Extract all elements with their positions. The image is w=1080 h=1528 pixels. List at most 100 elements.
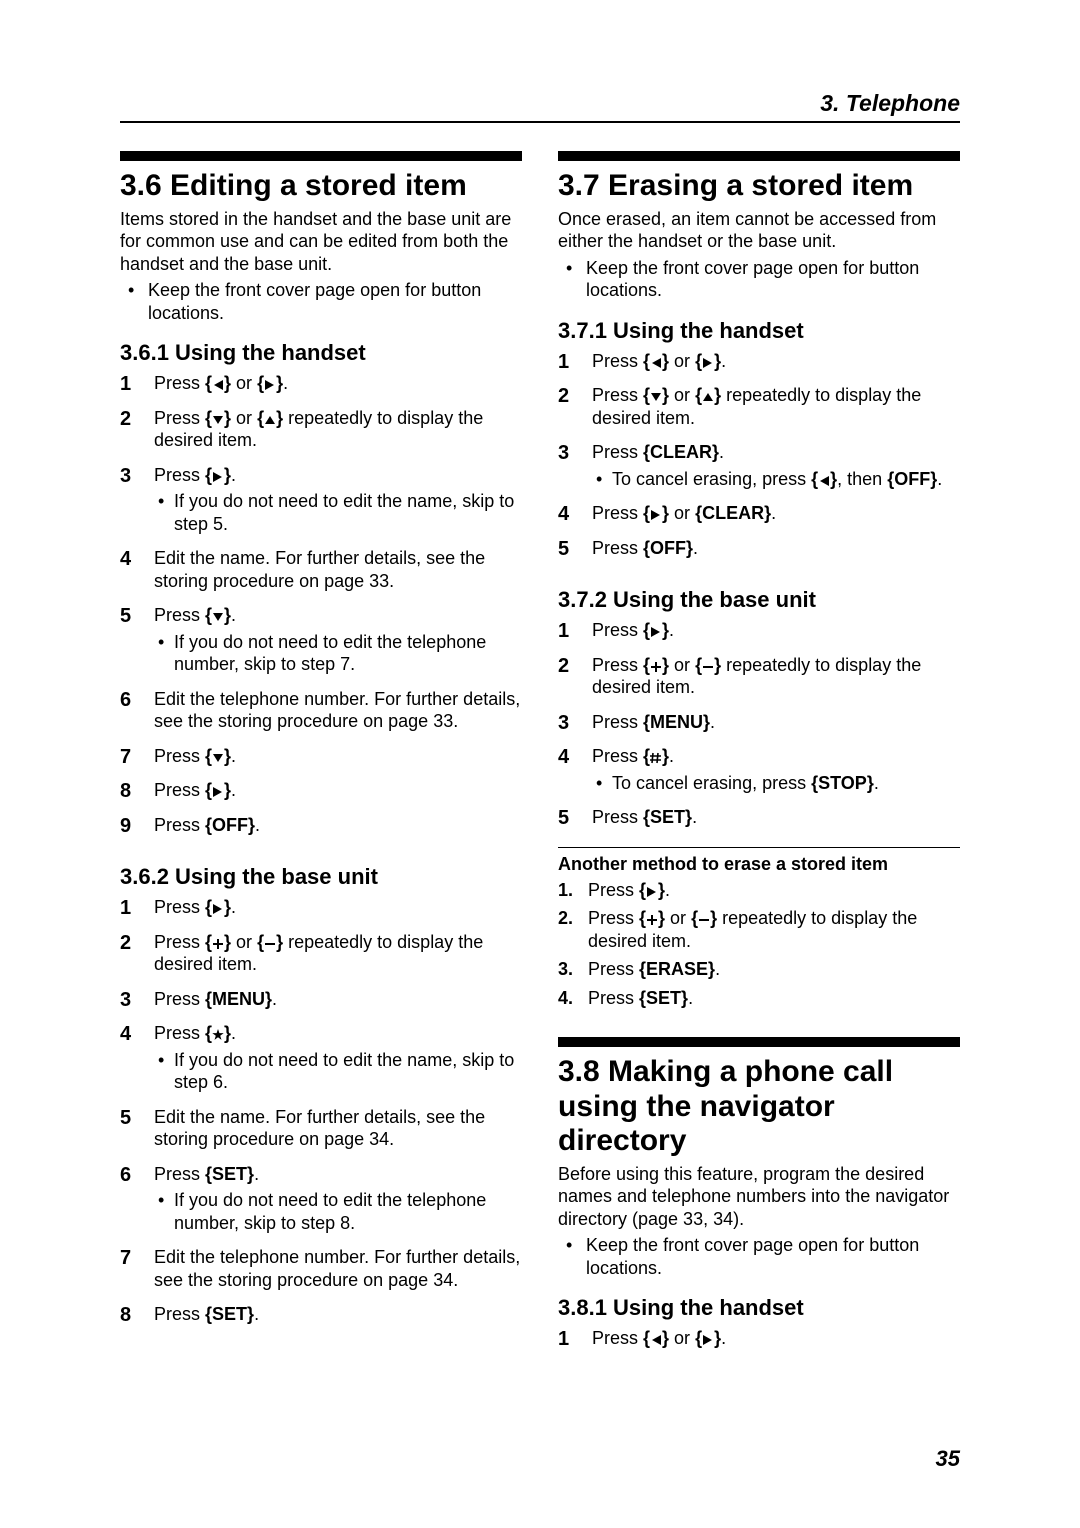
- steps-3-6-1: Press {} or {}. Press {} or {} repeatedl…: [120, 372, 522, 848]
- key-menu: {MENU}: [643, 712, 710, 732]
- sub-item: To cancel erasing, press {}, then {OFF}.: [604, 468, 960, 491]
- steps-3-6-2: Press {}. Press {} or {} repeatedly to d…: [120, 896, 522, 1338]
- key-down: {}: [643, 385, 669, 405]
- step-text: .: [231, 605, 236, 625]
- key-set: {SET}: [205, 1164, 254, 1184]
- step-text: Press: [588, 988, 639, 1008]
- section-bar: [120, 151, 522, 161]
- key-down: {}: [205, 605, 231, 625]
- section-intro: Items stored in the handset and the base…: [120, 208, 522, 276]
- sub-item: If you do not need to edit the telephone…: [166, 631, 522, 676]
- subsection-title-3-6-2: 3.6.2 Using the base unit: [120, 864, 522, 890]
- subsection-title-3-6-1: 3.6.1 Using the handset: [120, 340, 522, 366]
- steps-3-7-1: Press {} or {}. Press {} or {} repeatedl…: [558, 350, 960, 572]
- step-text: .: [231, 1023, 236, 1043]
- plus-icon: [650, 661, 662, 673]
- sub-item: If you do not need to edit the name, ski…: [166, 1049, 522, 1094]
- left-triangle-icon: [650, 357, 662, 369]
- right-triangle-icon: [650, 509, 662, 521]
- step-item: Press {}. If you do not need to edit the…: [120, 1022, 522, 1106]
- step-text: Press: [154, 746, 205, 766]
- step-item: Press {}.: [120, 745, 522, 780]
- chapter-rule: [120, 121, 960, 123]
- step-text: .: [231, 780, 236, 800]
- step-text: Press: [154, 897, 205, 917]
- step-text: .: [254, 1304, 259, 1324]
- subsection-title-3-7-1: 3.7.1 Using the handset: [558, 318, 960, 344]
- step-item: Press {}.: [558, 619, 960, 654]
- step-item: Press {} or {}.: [120, 372, 522, 407]
- hash-icon: [650, 752, 662, 764]
- step-text: .: [692, 807, 697, 827]
- step-text: or: [669, 503, 695, 523]
- sub-bullets: If you do not need to edit the name, ski…: [154, 490, 522, 535]
- key-right: {}: [205, 897, 231, 917]
- step-item: Press {OFF}.: [558, 537, 960, 572]
- step-text: Press: [154, 989, 205, 1009]
- manual-page: 3. Telephone 3.6 Editing a stored item I…: [0, 0, 1080, 1528]
- key-label: SET: [646, 988, 681, 1008]
- key-plus: {}: [205, 932, 231, 952]
- step-item: Press {} or {} repeatedly to display the…: [120, 407, 522, 464]
- key-stop: {STOP}: [811, 773, 874, 793]
- step-text: Press: [592, 620, 643, 640]
- left-triangle-icon: [818, 475, 830, 487]
- key-set: {SET}: [639, 988, 688, 1008]
- another-method-head: Another method to erase a stored item: [558, 854, 960, 875]
- right-triangle-icon: [212, 903, 224, 915]
- right-triangle-icon: [702, 357, 714, 369]
- right-triangle-icon: [650, 626, 662, 638]
- step-item: Press {SET}.: [558, 987, 960, 1016]
- step-text: Press: [154, 932, 205, 952]
- bullet-item: Keep the front cover page open for butto…: [140, 279, 522, 324]
- intro-bullets: Keep the front cover page open for butto…: [558, 257, 960, 302]
- key-menu: {MENU}: [205, 989, 272, 1009]
- sub-text: , then: [837, 469, 887, 489]
- section-bar: [558, 1037, 960, 1047]
- key-up: {}: [257, 408, 283, 428]
- step-text: .: [231, 746, 236, 766]
- down-triangle-icon: [650, 391, 662, 403]
- key-right: {}: [643, 620, 669, 640]
- right-triangle-icon: [264, 379, 276, 391]
- step-text: .: [721, 1328, 726, 1348]
- section-title-3-7: 3.7 Erasing a stored item: [558, 169, 960, 204]
- sub-bullets: If you do not need to edit the telephone…: [154, 631, 522, 676]
- right-triangle-icon: [702, 1334, 714, 1346]
- left-column: 3.6 Editing a stored item Items stored i…: [120, 145, 522, 1362]
- step-text: Press: [154, 408, 205, 428]
- step-item: Press {SET}.: [120, 1303, 522, 1338]
- steps-3-8-1: Press {} or {}.: [558, 1327, 960, 1362]
- key-right: {}: [205, 780, 231, 800]
- section-intro: Before using this feature, program the d…: [558, 1163, 960, 1231]
- step-text: .: [272, 989, 277, 1009]
- step-item: Press {}. If you do not need to edit the…: [120, 464, 522, 548]
- key-clear: {CLEAR}: [695, 503, 771, 523]
- step-item: Press {} or {CLEAR}.: [558, 502, 960, 537]
- step-text: .: [715, 959, 720, 979]
- step-text: or: [669, 655, 695, 675]
- down-triangle-icon: [212, 414, 224, 426]
- step-text: or: [231, 373, 257, 393]
- step-item: Edit the telephone number. For further d…: [120, 1246, 522, 1303]
- subsection-title-3-7-2: 3.7.2 Using the base unit: [558, 587, 960, 613]
- step-text: .: [255, 815, 260, 835]
- step-text: Press: [592, 746, 643, 766]
- step-item: Press {} or {}.: [558, 350, 960, 385]
- key-label: OFF: [212, 815, 248, 835]
- step-text: Press: [592, 538, 643, 558]
- step-text: .: [710, 712, 715, 732]
- step-item: Press {MENU}.: [120, 988, 522, 1023]
- left-triangle-icon: [212, 379, 224, 391]
- page-number: 35: [936, 1446, 960, 1472]
- divider: [558, 847, 960, 848]
- right-column: 3.7 Erasing a stored item Once erased, a…: [558, 145, 960, 1362]
- step-text: .: [669, 746, 674, 766]
- key-left: {}: [643, 351, 669, 371]
- step-text: Press: [592, 712, 643, 732]
- minus-icon: [698, 914, 710, 926]
- step-text: Press: [592, 503, 643, 523]
- key-label: SET: [650, 807, 685, 827]
- bullet-item: Keep the front cover page open for butto…: [578, 1234, 960, 1279]
- intro-bullets: Keep the front cover page open for butto…: [120, 279, 522, 324]
